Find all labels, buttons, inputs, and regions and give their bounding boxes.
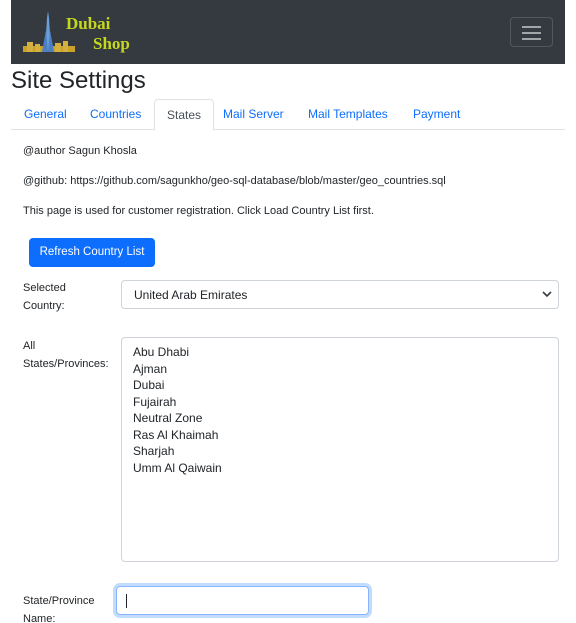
list-item[interactable]: Ajman	[133, 361, 167, 377]
chevron-down-icon	[542, 291, 552, 298]
settings-tabs: General Countries States Mail Server Mai…	[11, 99, 565, 131]
hamburger-bar	[522, 38, 541, 40]
tab-mail-templates[interactable]: Mail Templates	[296, 99, 400, 130]
tab-states[interactable]: States	[154, 99, 215, 131]
hamburger-menu-icon	[522, 26, 541, 28]
country-select[interactable]: United Arab Emirates	[121, 280, 559, 309]
selected-country-label-line2: Country:	[23, 300, 65, 312]
list-item[interactable]: Abu Dhabi	[133, 344, 189, 360]
tab-countries[interactable]: Countries	[78, 99, 153, 130]
states-label-line1: All	[23, 340, 36, 352]
brand-logo[interactable]: Dubai Shop	[21, 8, 151, 58]
list-item[interactable]: Sharjah	[133, 443, 174, 459]
tab-general[interactable]: General	[12, 99, 79, 130]
navbar-toggler-button[interactable]	[510, 17, 553, 47]
states-listbox[interactable]: Abu Dhabi Ajman Dubai Fujairah Neutral Z…	[121, 337, 559, 562]
list-item[interactable]: Umm Al Qaiwain	[133, 460, 222, 476]
selected-country-label: Selected Country:	[23, 279, 66, 315]
top-navbar: Dubai Shop	[11, 0, 565, 64]
page-title: Site Settings	[11, 67, 146, 94]
github-text: @github: https://github.com/sagunkho/geo…	[23, 175, 446, 187]
hamburger-bar	[522, 32, 541, 34]
description-text: This page is used for customer registrat…	[23, 205, 374, 217]
state-name-label-line1: State/Province	[23, 595, 95, 607]
state-name-label-line2: Name:	[23, 613, 56, 623]
author-text: @author Sagun Khosla	[23, 145, 137, 157]
list-item[interactable]: Fujairah	[133, 394, 176, 410]
list-item[interactable]: Ras Al Khaimah	[133, 427, 218, 443]
brand-text-line2: Shop	[93, 34, 130, 53]
list-item[interactable]: Dubai	[133, 377, 164, 393]
states-label-line2: States/Provinces:	[23, 358, 109, 370]
country-select-value: United Arab Emirates	[134, 288, 248, 302]
refresh-country-list-button[interactable]: Refresh Country List	[29, 238, 155, 267]
tab-payment[interactable]: Payment	[401, 99, 472, 130]
selected-country-label-line1: Selected	[23, 282, 66, 294]
tab-mail-server[interactable]: Mail Server	[211, 99, 296, 130]
brand-text-line1: Dubai	[66, 14, 111, 33]
state-name-label: State/Province Name:	[23, 592, 95, 623]
state-name-input[interactable]	[116, 586, 369, 615]
states-label: All States/Provinces:	[23, 337, 109, 373]
text-caret	[126, 594, 127, 608]
list-item[interactable]: Neutral Zone	[133, 410, 202, 426]
